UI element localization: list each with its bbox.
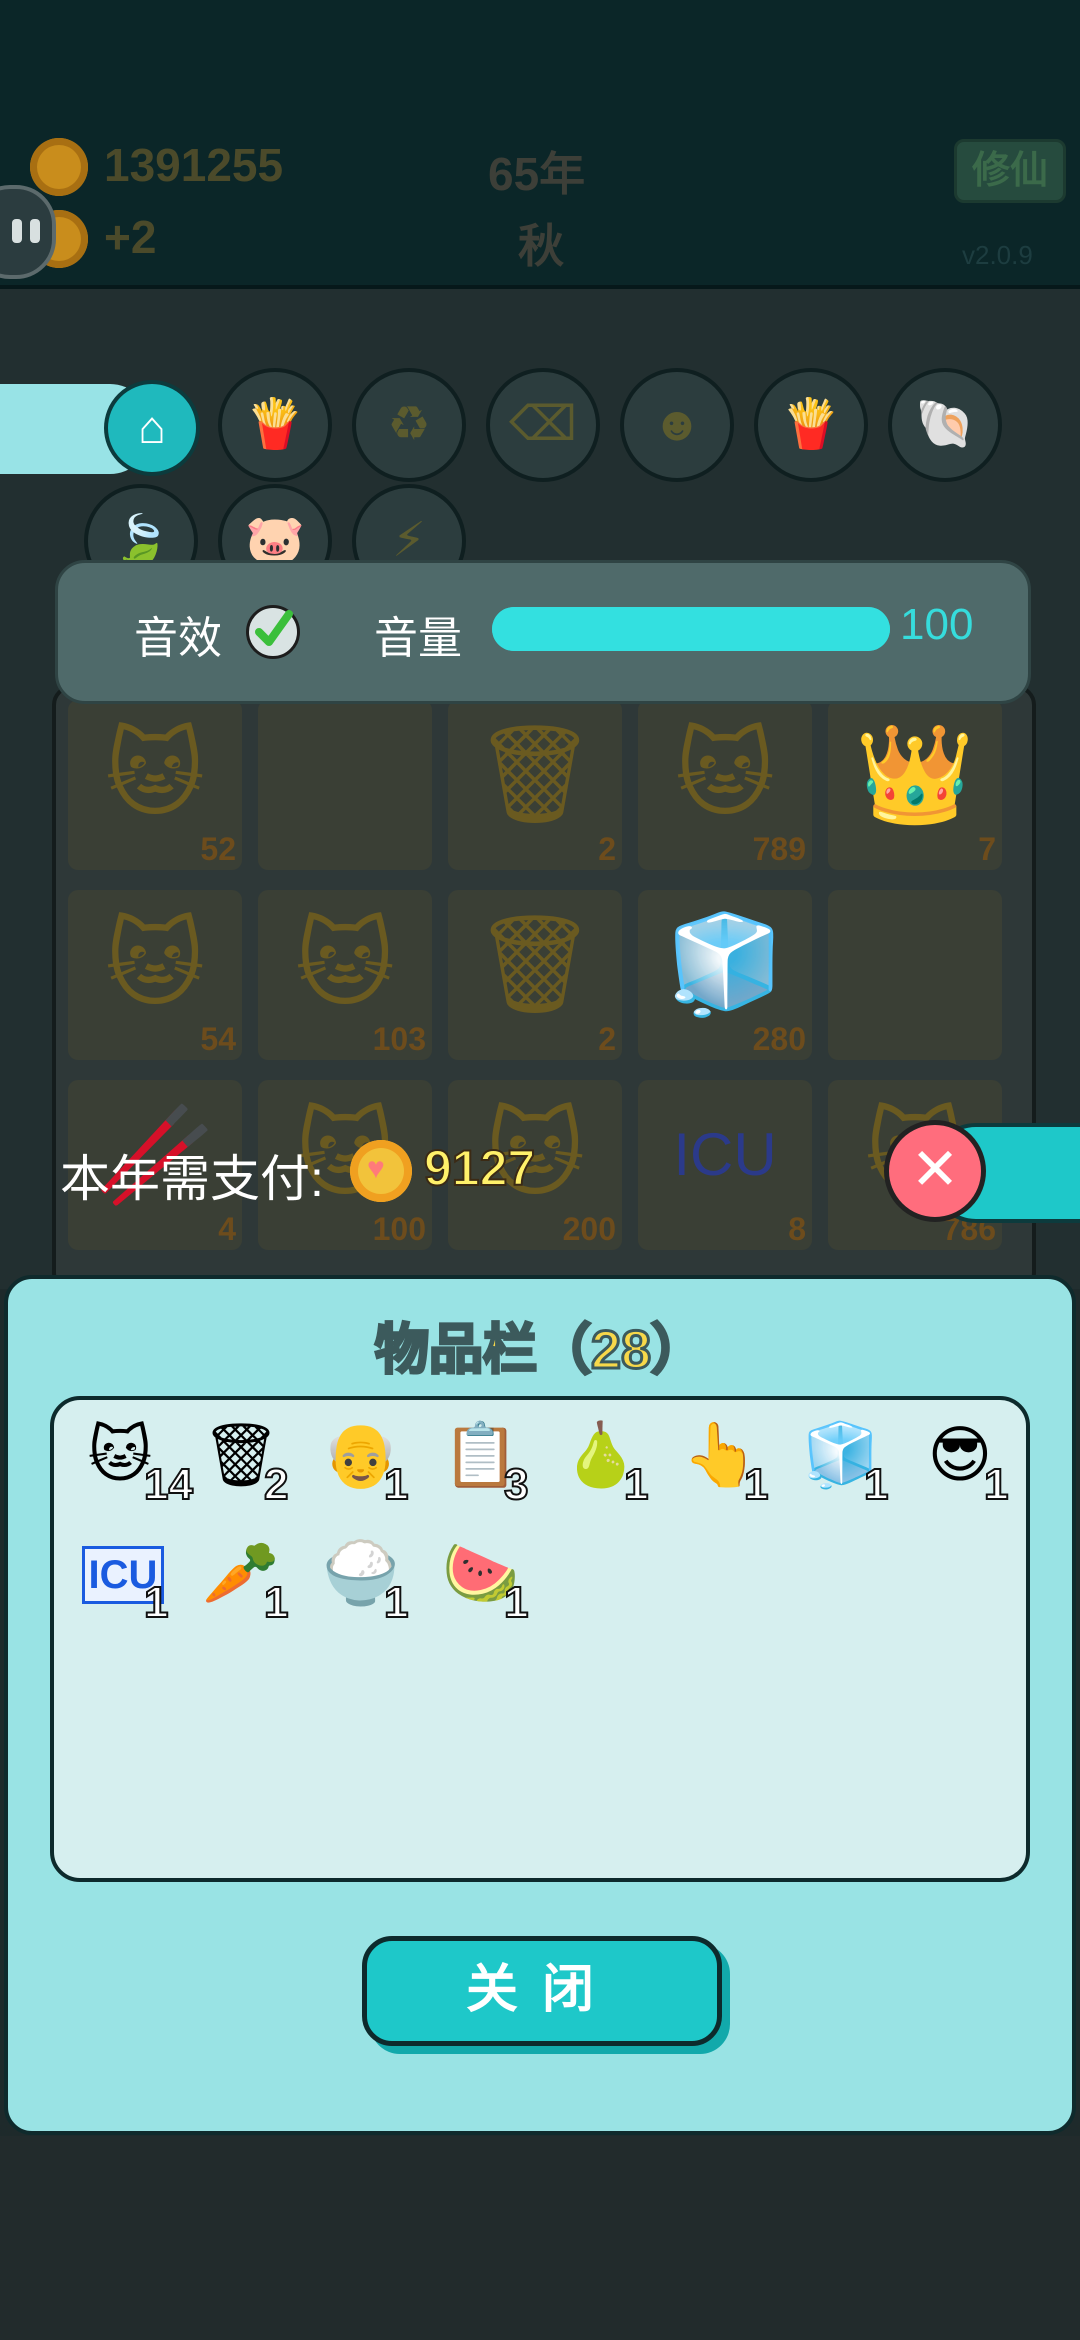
board-cell[interactable]: 🗑 2: [448, 890, 622, 1060]
inventory-item-count: 1: [263, 1577, 290, 1628]
inventory-item-garbage-bag[interactable]: 🗑 2: [194, 1418, 314, 1518]
inventory-item-count: 1: [383, 1577, 410, 1628]
board-cell-icon: 🐱: [104, 911, 206, 1018]
inventory-item-hand-pointer[interactable]: 👆 1: [674, 1418, 794, 1518]
board-cell[interactable]: [258, 700, 432, 870]
board-cell-count: 7: [978, 831, 996, 867]
board-cell-count: 103: [372, 1021, 426, 1057]
home-button[interactable]: ⌂: [104, 380, 200, 476]
board-cell-icon: ICU: [673, 1121, 777, 1188]
recycle-tool-icon[interactable]: ♻: [352, 368, 466, 482]
season-label: 秋: [518, 220, 564, 272]
board-cell[interactable]: ICU 8: [638, 1080, 812, 1250]
close-icon[interactable]: ✕: [884, 1120, 986, 1222]
inventory-item-count: 1: [863, 1459, 890, 1510]
inventory-item-count: 2: [263, 1459, 290, 1510]
coin-balance: 1391255: [104, 139, 284, 191]
board-cell-icon: 🐱: [294, 911, 396, 1018]
year-label: 65年: [488, 148, 586, 200]
inventory-item-fridge[interactable]: 🧊 1: [794, 1418, 914, 1518]
shell-tool-icon[interactable]: 🐚: [888, 368, 1002, 482]
board-cell-icon: 🧊: [665, 911, 785, 1018]
annual-payment-label: 本年需支付:: [60, 1151, 324, 1207]
board-cell-count: 2: [598, 831, 616, 867]
sound-effect-checkbox[interactable]: [246, 605, 300, 659]
inventory-item-carrot[interactable]: 🥕 1: [194, 1536, 314, 1636]
inventory-item-watermelon[interactable]: 🍉 1: [434, 1536, 554, 1636]
coin-income: +2: [104, 211, 157, 263]
board-cell-count: 4: [218, 1211, 236, 1247]
board-cell[interactable]: 🧊 280: [638, 890, 812, 1060]
volume-slider-fill: [492, 607, 890, 651]
board-cell-icon: 🗑: [474, 721, 596, 828]
volume-slider[interactable]: [492, 607, 890, 651]
volume-value: 100: [900, 600, 974, 649]
inventory-item-count: 3: [503, 1459, 530, 1510]
inventory-item-icu[interactable]: ICU 1: [74, 1536, 194, 1636]
inventory-item-count: 14: [143, 1459, 194, 1510]
coin-icon: [30, 138, 88, 196]
board-cell-count: 52: [200, 831, 236, 867]
mask-tool-icon[interactable]: ☻: [620, 368, 734, 482]
inventory-title: 物品栏（28）: [373, 1319, 706, 1382]
check-icon: [255, 610, 293, 646]
board-cell[interactable]: [828, 890, 1002, 1060]
volume-label: 音量: [374, 614, 462, 663]
board-cell-icon: 🐱: [674, 721, 776, 828]
version-label: v2.0.9: [962, 240, 1033, 270]
inventory-item-count: 1: [623, 1459, 650, 1510]
board-cell-count: 789: [752, 831, 806, 867]
annual-payment-amount: 9127: [423, 1139, 536, 1197]
board-cell-count: 280: [752, 1021, 806, 1057]
inventory-item-count: 1: [743, 1459, 770, 1510]
inventory-item-pear[interactable]: 🍐 1: [554, 1418, 674, 1518]
board-cell-count: 200: [562, 1211, 616, 1247]
board-cell-count: 100: [372, 1211, 426, 1247]
inventory-item-old-man[interactable]: 👴 1: [314, 1418, 434, 1518]
board-cell-count: 54: [200, 1021, 236, 1057]
board-cell[interactable]: 🗑 2: [448, 700, 622, 870]
fries-tool-icon-2[interactable]: 🍟: [754, 368, 868, 482]
board-cell-icon: 🐱: [104, 721, 206, 828]
home-icon: ⌂: [138, 401, 166, 453]
board-cell-count: 2: [598, 1021, 616, 1057]
inventory-item-count: 1: [983, 1459, 1010, 1510]
inventory-item-cat[interactable]: 🐱 14: [74, 1418, 194, 1518]
heart-icon: ♥: [367, 1152, 385, 1185]
delete-tool-icon[interactable]: ⌫: [486, 368, 600, 482]
board-cell[interactable]: 👑 7: [828, 700, 1002, 870]
board-cell-icon: 🗑: [474, 911, 596, 1018]
fries-tool-icon[interactable]: 🍟: [218, 368, 332, 482]
inventory-item-count: 1: [503, 1577, 530, 1628]
inventory-item-sunglasses-man[interactable]: 😎 1: [914, 1418, 1034, 1518]
bottom-background: [0, 2136, 1080, 2340]
inventory-item-rice-bowl[interactable]: 🍚 1: [314, 1536, 434, 1636]
inventory-item-ctrl-c-ctrl-v[interactable]: 📋 3: [434, 1418, 554, 1518]
close-button[interactable]: 关闭: [362, 1936, 722, 2046]
inventory-item-count: 1: [143, 1577, 170, 1628]
board-cell-count: 8: [788, 1211, 806, 1247]
sound-effect-label: 音效: [134, 614, 222, 663]
inventory-item-count: 1: [383, 1459, 410, 1510]
board-cell-icon: 👑: [855, 721, 975, 828]
board-cell[interactable]: 🐱 52: [68, 700, 242, 870]
xiuxian-button[interactable]: 修仙: [954, 139, 1066, 203]
board-cell[interactable]: 🐱 789: [638, 700, 812, 870]
board-cell[interactable]: 🐱 54: [68, 890, 242, 1060]
board-cell[interactable]: 🐱 103: [258, 890, 432, 1060]
